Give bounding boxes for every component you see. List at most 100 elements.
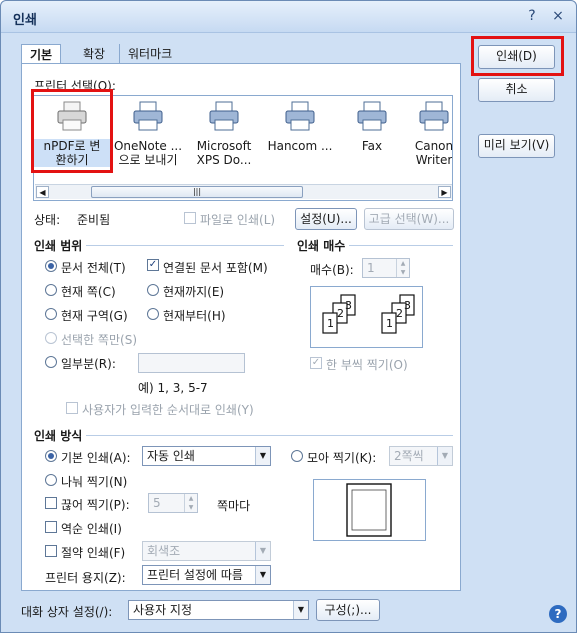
highlight-selected-printer xyxy=(31,89,113,173)
stepper-arrows-icon[interactable]: ▲ ▼ xyxy=(184,494,197,512)
close-icon[interactable]: × xyxy=(549,7,567,25)
copies-stepper[interactable]: 1 ▲ ▼ xyxy=(362,258,410,278)
current-section-label: 현재 구역(G) xyxy=(61,309,128,323)
title-bar: 인쇄 ? × xyxy=(1,1,576,33)
nup-preview xyxy=(313,479,426,541)
basic-print-label: 기본 인쇄(A): xyxy=(61,451,131,465)
printer-item[interactable]: Canon Writer xyxy=(396,100,453,167)
from-current-label: 현재부터(H) xyxy=(163,309,226,323)
page-layout-illustration xyxy=(346,483,392,537)
printer-name: Hancom ... xyxy=(267,139,333,153)
divide-print-label: 나눠 찍기(N) xyxy=(61,475,128,489)
collate-checkbox[interactable]: ✓ xyxy=(310,357,322,369)
collate-pages-illustration: 3 2 1 3 2 1 xyxy=(322,294,415,334)
status-value: 준비됨 xyxy=(77,213,111,227)
printer-name: Canon Writer xyxy=(414,139,453,167)
print-to-file-checkbox[interactable] xyxy=(184,212,196,224)
cancel-button[interactable]: 취소 xyxy=(478,78,555,102)
printer-paper-select[interactable]: 프린터 설정에 따름 ▼ xyxy=(142,565,271,585)
print-dialog: 인쇄 ? × 기본 확장 워터마크 프린터 선택(O): nPDF로 변 환하기 … xyxy=(0,0,577,633)
printer-list-scrollbar[interactable]: ◀ ||| ▶ xyxy=(35,184,452,199)
scroll-right-icon[interactable]: ▶ xyxy=(438,186,451,198)
printer-icon xyxy=(419,101,449,131)
scroll-thumb[interactable]: ||| xyxy=(91,186,303,198)
per-page-label: 쪽마다 xyxy=(217,499,251,513)
all-document-label: 문서 전체(T) xyxy=(61,261,126,275)
preview-button[interactable]: 미리 보기(V) xyxy=(478,134,555,158)
copies-title: 인쇄 매수 xyxy=(297,237,350,254)
page-number: 1 xyxy=(327,317,334,330)
save-print-checkbox[interactable] xyxy=(45,545,57,557)
chevron-down-icon: ▼ xyxy=(255,542,270,560)
help-icon[interactable]: ? xyxy=(523,7,541,25)
partial-range-input[interactable] xyxy=(138,353,245,373)
scroll-left-icon[interactable]: ◀ xyxy=(36,186,49,198)
range-example: 예) 1, 3, 5-7 xyxy=(138,381,208,395)
up-to-current-label: 현재까지(E) xyxy=(163,285,225,299)
tab-extended[interactable]: 확장 xyxy=(75,44,113,64)
page-number: 2 xyxy=(337,307,344,320)
highlight-print-button xyxy=(471,36,564,76)
current-page-radio[interactable] xyxy=(45,284,57,296)
print-method-title: 인쇄 방식 xyxy=(34,427,87,444)
divide-print-radio[interactable] xyxy=(45,474,57,486)
chevron-down-icon: ▼ xyxy=(437,447,452,465)
dialog-setting-label: 대화 상자 설정(/): xyxy=(21,605,113,619)
chevron-down-icon: ▼ xyxy=(293,601,308,619)
print-range-title: 인쇄 범위 xyxy=(34,237,87,254)
page-number: 1 xyxy=(386,317,393,330)
configure-button[interactable]: 구성(;)... xyxy=(316,599,380,621)
print-to-file-label: 파일로 인쇄(L) xyxy=(200,213,276,227)
setup-button[interactable]: 설정(U)... xyxy=(295,208,357,230)
tab-basic[interactable]: 기본 xyxy=(21,44,62,64)
dialog-setting-select[interactable]: 사용자 지정 ▼ xyxy=(128,600,309,620)
from-current-radio[interactable] xyxy=(147,308,159,320)
selected-pages-radio[interactable] xyxy=(45,332,57,344)
include-linked-checkbox[interactable]: ✓ xyxy=(147,259,159,271)
printer-icon xyxy=(209,101,239,131)
printer-paper-label: 프린터 용지(Z): xyxy=(45,571,126,585)
reverse-print-label: 역순 인쇄(I) xyxy=(61,522,122,536)
printer-icon xyxy=(285,101,315,131)
partial-label: 일부분(R): xyxy=(61,357,116,371)
nup-select[interactable]: 2쪽씩 ▼ xyxy=(389,446,453,466)
collate-preview: 3 2 1 3 2 1 xyxy=(310,286,423,348)
page-number: 3 xyxy=(404,299,411,312)
fax-icon xyxy=(357,101,387,131)
printer-item[interactable]: Microsoft XPS Do... xyxy=(186,100,262,167)
printer-name: OneNote ... 으로 보내기 xyxy=(113,139,183,167)
cut-print-stepper[interactable]: 5 ▲ ▼ xyxy=(148,493,198,513)
user-order-checkbox[interactable] xyxy=(66,402,78,414)
help-icon[interactable]: ? xyxy=(549,605,567,623)
printer-item[interactable]: OneNote ... 으로 보내기 xyxy=(110,100,186,167)
page-number: 2 xyxy=(396,307,403,320)
nup-label: 모아 찍기(K): xyxy=(307,451,377,465)
selected-pages-label: 선택한 쪽만(S) xyxy=(61,333,137,347)
cut-print-label: 끊어 찍기(P): xyxy=(61,498,130,512)
copies-label: 매수(B): xyxy=(310,263,354,277)
current-page-label: 현재 쪽(C) xyxy=(61,285,116,299)
printer-name: Microsoft XPS Do... xyxy=(196,139,252,167)
reverse-print-checkbox[interactable] xyxy=(45,521,57,533)
printer-icon xyxy=(133,101,163,131)
chevron-down-icon: ▼ xyxy=(255,566,270,584)
up-to-current-radio[interactable] xyxy=(147,284,159,296)
tab-watermark[interactable]: 워터마크 xyxy=(119,44,180,64)
save-print-select[interactable]: 회색조 ▼ xyxy=(142,541,271,561)
status-label: 상태: xyxy=(34,213,61,227)
collate-label: 한 부씩 찍기(O) xyxy=(326,358,408,372)
current-section-radio[interactable] xyxy=(45,308,57,320)
printer-item[interactable]: Hancom ... xyxy=(262,100,338,153)
save-print-label: 절약 인쇄(F) xyxy=(61,546,126,560)
basic-print-radio[interactable] xyxy=(45,450,57,462)
cut-print-checkbox[interactable] xyxy=(45,497,57,509)
stepper-arrows-icon[interactable]: ▲ ▼ xyxy=(396,259,409,277)
nup-radio[interactable] xyxy=(291,450,303,462)
page-number: 3 xyxy=(345,299,352,312)
basic-print-select[interactable]: 자동 인쇄 ▼ xyxy=(142,446,271,466)
include-linked-label: 연결된 문서 포함(M) xyxy=(163,261,268,275)
advanced-options-button[interactable]: 고급 선택(W)... xyxy=(364,208,454,230)
all-document-radio[interactable] xyxy=(45,260,57,272)
window-title: 인쇄 xyxy=(13,13,37,28)
partial-radio[interactable] xyxy=(45,356,57,368)
